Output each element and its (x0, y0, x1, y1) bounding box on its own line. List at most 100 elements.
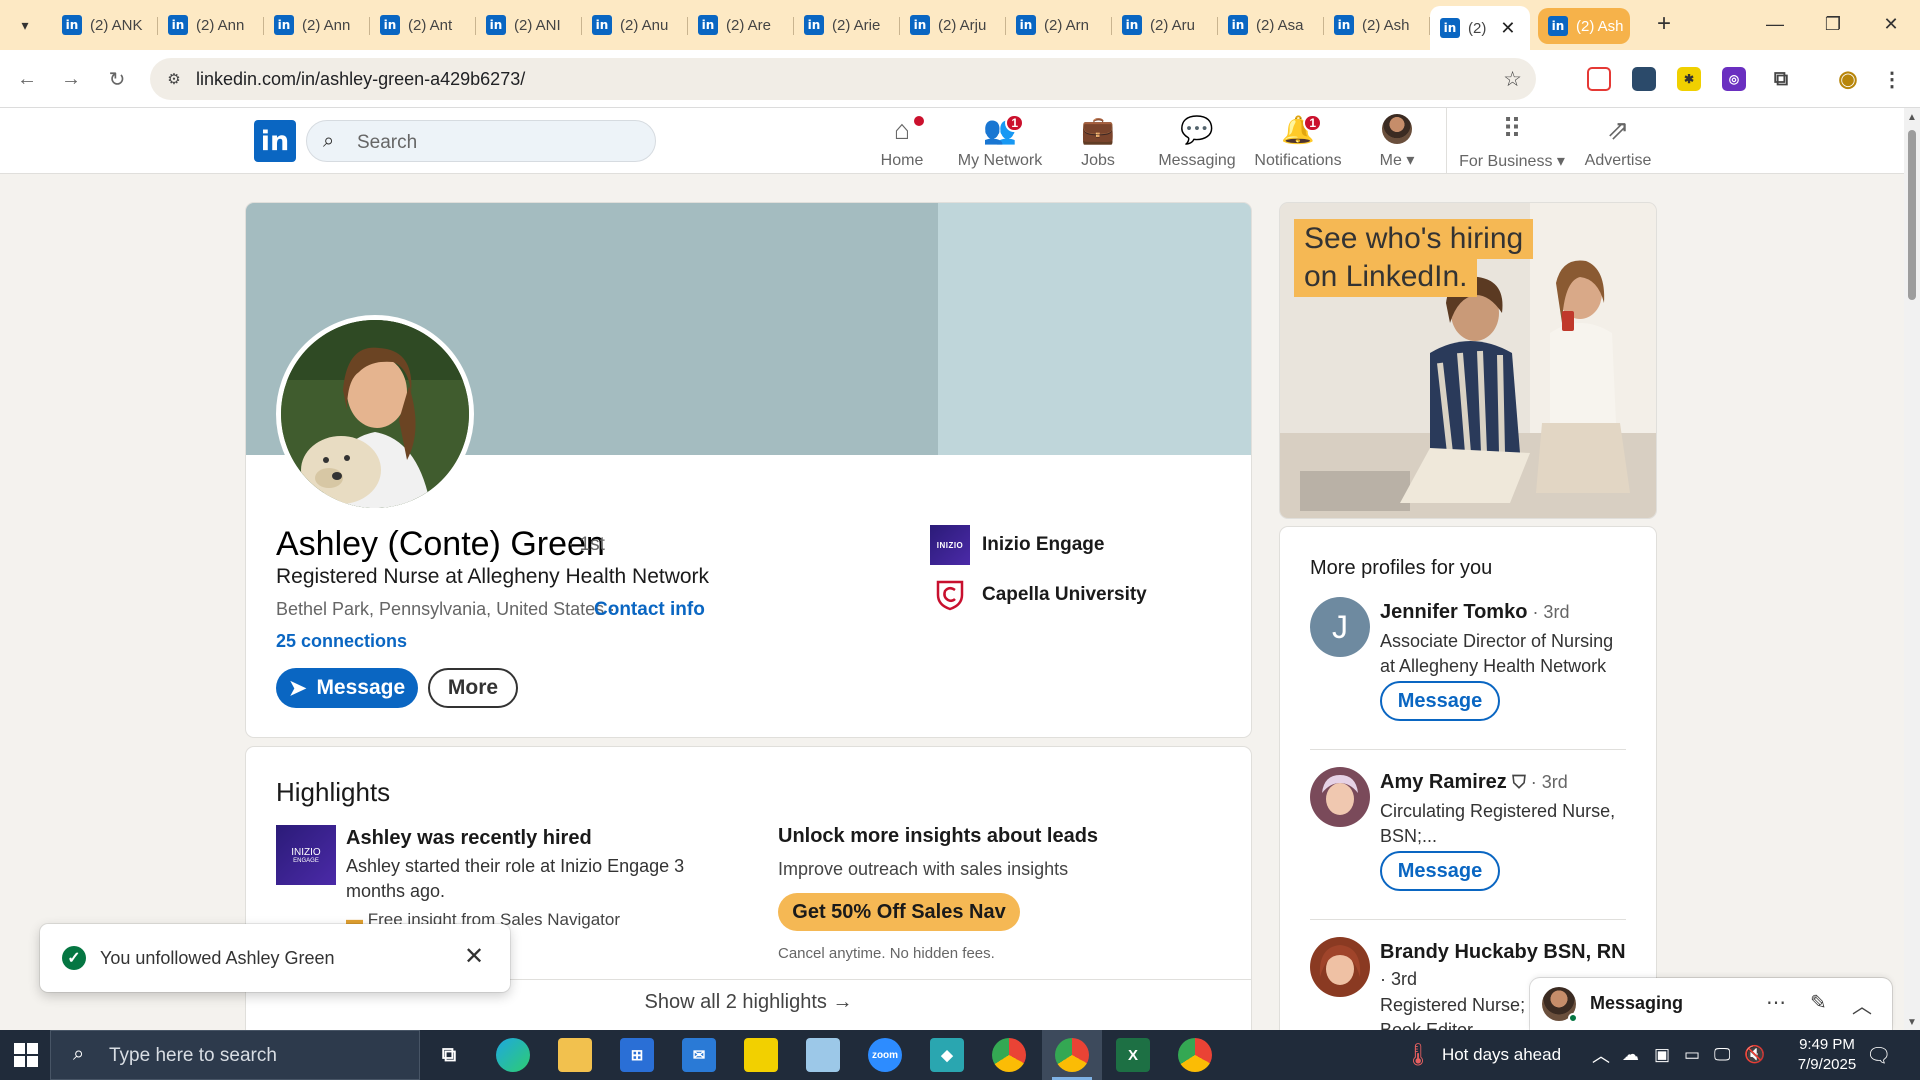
mail-icon[interactable]: ✉ (682, 1038, 716, 1072)
linkedin-logo[interactable]: in (254, 120, 296, 162)
search-input[interactable]: ⌕ Search (306, 120, 656, 162)
browser-tab-active[interactable]: in (2) ✕ (1430, 6, 1530, 50)
browser-tab-grouped[interactable]: in (2) Ash (1538, 8, 1630, 44)
notification-center-icon[interactable]: 🗨 (1866, 1030, 1891, 1080)
browser-tab[interactable]: in (2) Ant (370, 6, 476, 44)
nav-jobs[interactable]: 💼 Jobs (1073, 114, 1123, 170)
browser-tab[interactable]: in (2) ANK (52, 6, 158, 44)
app-diamond-icon[interactable]: ◆ (930, 1038, 964, 1072)
edge-icon[interactable] (496, 1038, 530, 1072)
battery-icon[interactable]: ▭ (1684, 1030, 1700, 1080)
compose-icon[interactable]: ✎ (1810, 990, 1827, 1015)
message-button[interactable]: ➤ Message (276, 668, 418, 708)
onedrive-icon[interactable]: ☁ (1622, 1030, 1639, 1080)
nav-notifications[interactable]: 🔔 1 Notifications (1252, 114, 1344, 170)
chrome-active-icon[interactable] (1042, 1030, 1102, 1080)
browser-tab[interactable]: in (2) Arju (900, 6, 1006, 44)
nav-home[interactable]: ⌂ Home (872, 114, 932, 170)
sticky-notes-icon[interactable] (744, 1038, 778, 1072)
new-tab-button[interactable]: + (1650, 10, 1678, 38)
site-info-icon[interactable]: ⚙ (164, 69, 184, 89)
browser-tab[interactable]: in (2) Are (688, 6, 794, 44)
tray-app-icon[interactable]: ▣ (1654, 1030, 1670, 1080)
reload-button[interactable]: ↻ (102, 64, 132, 94)
nav-messaging[interactable]: 💬 Messaging (1155, 114, 1239, 170)
contact-info-link[interactable]: Contact info (594, 599, 705, 621)
tab-search-button[interactable]: ▾ (10, 10, 40, 40)
browser-tab[interactable]: in (2) Anu (582, 6, 688, 44)
nav-me[interactable]: Me ▾ (1372, 114, 1422, 170)
excel-icon[interactable]: X (1116, 1038, 1150, 1072)
show-all-highlights-link[interactable]: Show all 2 highlights → (246, 991, 1251, 1014)
nav-for-business[interactable]: ⠿ For Business ▾ (1459, 114, 1565, 170)
sales-nav-offer-button[interactable]: Get 50% Off Sales Nav (778, 893, 1020, 931)
close-tab-icon[interactable]: ✕ (1500, 18, 1515, 39)
windows-start-button[interactable] (14, 1043, 38, 1067)
zoom-icon[interactable]: zoom (868, 1038, 902, 1072)
avatar[interactable] (1310, 767, 1370, 827)
weather-widget[interactable]: 🌡 Hot days ahead (1404, 1030, 1561, 1080)
unlock-insights-title: Unlock more insights about leads (778, 825, 1099, 847)
extension-folder-icon[interactable] (1632, 67, 1656, 91)
show-hidden-icons[interactable]: ︿ (1592, 1030, 1610, 1080)
chevron-up-icon[interactable]: ︿ (1852, 990, 1872, 1019)
suggested-profile-name[interactable]: Brandy Huckaby BSN, RN (1380, 941, 1626, 964)
extension-red-icon[interactable] (1587, 67, 1611, 91)
briefcase-icon: 💼 (1081, 115, 1115, 145)
volume-muted-icon[interactable]: 🔇 (1744, 1030, 1765, 1080)
education-school[interactable]: Capella University (930, 575, 1147, 615)
advertisement-card[interactable]: See who's hiring on LinkedIn. (1280, 203, 1656, 518)
address-bar[interactable]: ⚙ linkedin.com/in/ashley-green-a429b6273… (150, 58, 1536, 100)
browser-tab[interactable]: in (2) Arie (794, 6, 900, 44)
restore-button[interactable]: ❐ (1810, 6, 1856, 42)
scroll-up-icon[interactable]: ▲ (1907, 112, 1917, 123)
windows-taskbar: ⌕ Type here to search ⧉ ⊞ ✉ zoom ◆ X 🌡 H… (0, 1030, 1920, 1080)
profile-icon[interactable]: ◉ (1836, 66, 1860, 91)
browser-tab[interactable]: in (2) Arn (1006, 6, 1112, 44)
profile-photo[interactable] (276, 315, 474, 513)
more-options-icon[interactable]: ⋯ (1766, 990, 1786, 1015)
profile-location: Bethel Park, Pennsylvania, United States… (276, 599, 616, 619)
current-company[interactable]: INIZIO Inizio Engage (930, 525, 1104, 565)
suggested-profile-name[interactable]: Jennifer Tomko · 3rd (1380, 601, 1569, 624)
browser-menu-icon[interactable]: ⋮ (1880, 67, 1904, 91)
close-icon[interactable]: ✕ (464, 942, 484, 971)
extension-asterisk-icon[interactable]: ✱ (1677, 67, 1701, 91)
chrome-icon[interactable] (992, 1038, 1026, 1072)
messaging-dock[interactable]: Messaging ⋯ ✎ ︿ (1530, 978, 1892, 1030)
task-view-icon[interactable]: ⧉ (432, 1038, 466, 1072)
scroll-down-icon[interactable]: ▼ (1907, 1017, 1917, 1028)
more-button[interactable]: More (428, 668, 518, 708)
browser-tab[interactable]: in (2) Ash (1324, 6, 1430, 44)
file-explorer-icon[interactable] (558, 1038, 592, 1072)
microsoft-store-icon[interactable]: ⊞ (620, 1038, 654, 1072)
avatar[interactable]: J (1310, 597, 1370, 657)
url-text[interactable]: linkedin.com/in/ashley-green-a429b6273/ (196, 69, 525, 90)
suggested-profile-name[interactable]: Amy Ramirez ⛉ · 3rd (1380, 771, 1568, 794)
browser-tab[interactable]: in (2) Ann (158, 6, 264, 44)
message-button[interactable]: Message (1380, 851, 1500, 891)
browser-tab[interactable]: in (2) ANI (476, 6, 582, 44)
chrome-profile-icon[interactable] (1178, 1038, 1212, 1072)
app-feather-icon[interactable] (806, 1038, 840, 1072)
extensions-puzzle-icon[interactable]: ⧉ (1769, 67, 1793, 91)
minimize-button[interactable]: — (1752, 6, 1798, 42)
nav-advertise[interactable]: ⇗ Advertise (1582, 114, 1654, 170)
browser-tab[interactable]: in (2) Ann (264, 6, 370, 44)
extension-circle-icon[interactable]: ◎ (1722, 67, 1746, 91)
taskbar-search[interactable]: ⌕ Type here to search (50, 1030, 420, 1080)
close-window-button[interactable]: ✕ (1868, 6, 1914, 42)
back-button[interactable]: ← (12, 64, 42, 94)
avatar[interactable] (1310, 937, 1370, 997)
caret-down-icon: ▾ (1556, 153, 1565, 170)
browser-tab[interactable]: in (2) Aru (1112, 6, 1218, 44)
message-button[interactable]: Message (1380, 681, 1500, 721)
connections-link[interactable]: 25 connections (276, 631, 407, 652)
scrollbar-thumb[interactable] (1908, 130, 1916, 300)
page-scrollbar[interactable]: ▲ ▼ (1904, 108, 1920, 1030)
bookmark-star-icon[interactable]: ☆ (1503, 67, 1522, 92)
browser-tab[interactable]: in (2) Asa (1218, 6, 1324, 44)
nav-my-network[interactable]: 👥 1 My Network (952, 114, 1048, 170)
forward-button[interactable]: → (56, 64, 86, 94)
network-icon[interactable]: 🖵 (1714, 1030, 1730, 1080)
